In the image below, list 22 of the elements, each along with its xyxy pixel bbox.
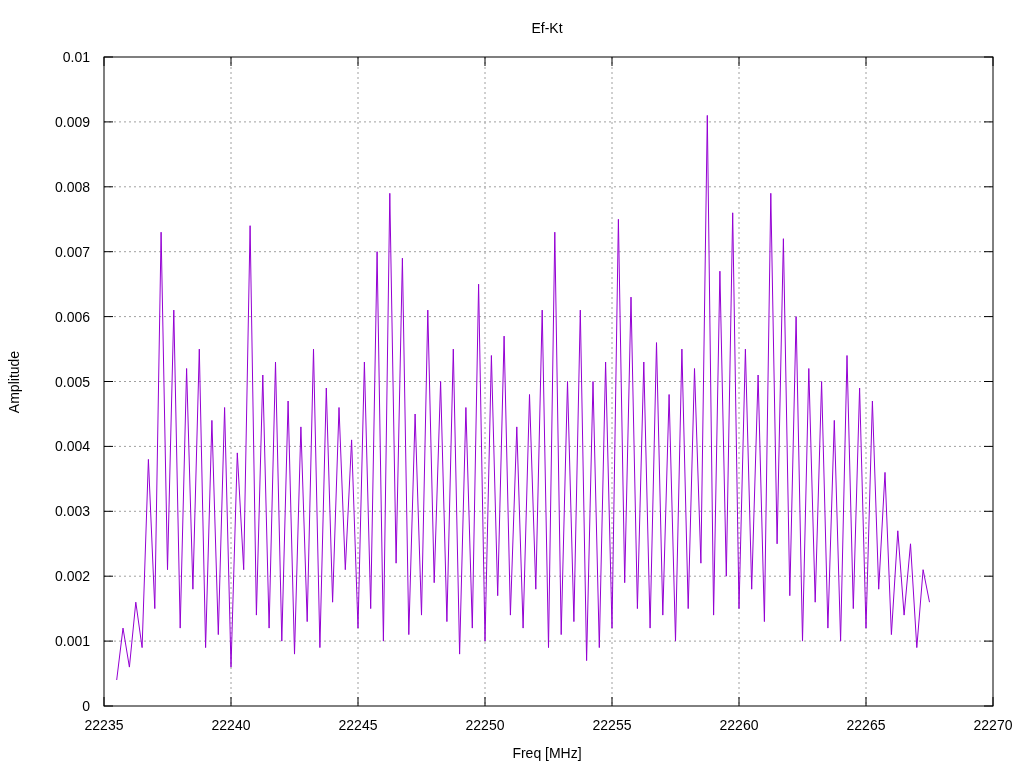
y-tick-label: 0.004 [54, 438, 90, 455]
chart-title: Ef-Kt [531, 20, 563, 36]
y-tick-label: 0.008 [54, 178, 90, 195]
y-tick-label: 0.003 [54, 503, 90, 520]
x-tick-label: 22250 [465, 717, 505, 733]
x-tick-label: 22255 [592, 717, 632, 733]
x-tick-label: 22235 [84, 717, 124, 733]
x-tick-label: 22245 [338, 717, 378, 733]
y-axis-label: Amplitude [6, 350, 22, 414]
x-tick-label: 22260 [719, 717, 759, 733]
x-tick-label: 22270 [973, 717, 1013, 733]
y-tick-label: 0.001 [54, 633, 90, 650]
x-tick-label: 22265 [846, 717, 886, 733]
x-axis-label: Freq [MHz] [512, 745, 582, 761]
y-tick-label: 0.007 [54, 243, 90, 260]
y-tick-label: 0 [82, 698, 90, 714]
y-tick-label: 0.006 [54, 308, 90, 325]
y-tick-label: 0.005 [54, 373, 90, 390]
y-tick-label: 0.009 [54, 113, 90, 130]
y-tick-label: 0.01 [62, 49, 90, 65]
y-tick-label: 0.002 [54, 568, 90, 585]
x-tick-label: 22240 [211, 717, 251, 733]
